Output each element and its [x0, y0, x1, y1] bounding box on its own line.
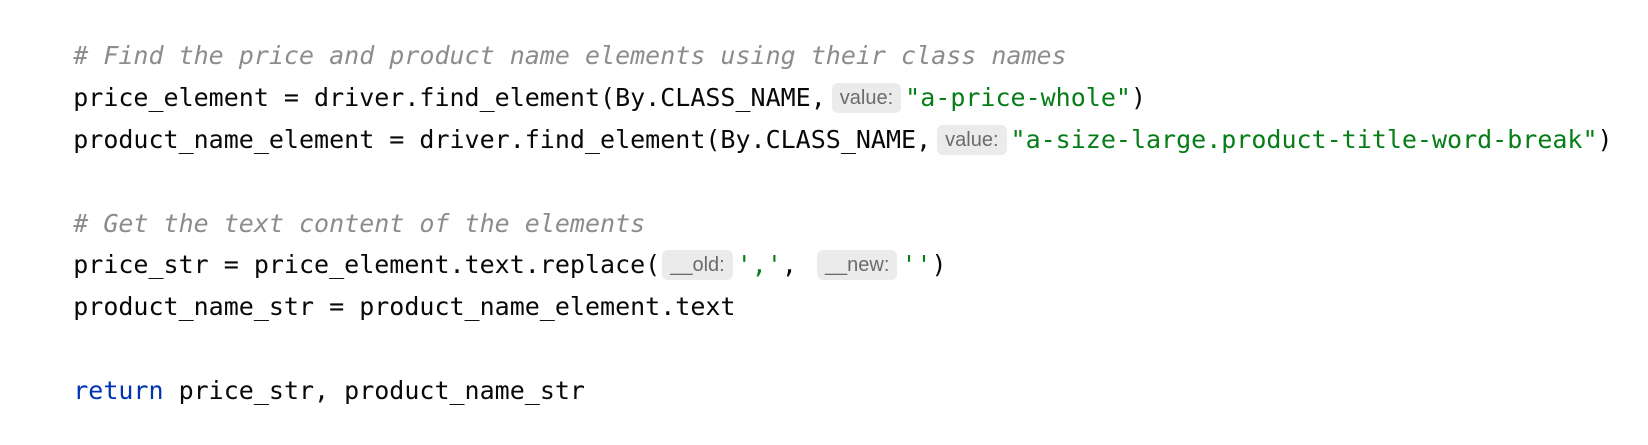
code-editor[interactable]: # Find the price and product name elemen…	[0, 0, 1648, 405]
code-text: product_name_str = product_name_element.…	[73, 292, 736, 321]
code-text: price_str, product_name_str	[163, 376, 585, 405]
code-line-6[interactable]: price_str = price_element.text.replace(_…	[13, 211, 947, 280]
code-text: )	[931, 250, 947, 279]
code-text: ,	[781, 250, 797, 279]
code-text: product_name_element = driver.find_eleme…	[73, 125, 932, 154]
parameter-hint: value:	[937, 125, 1007, 155]
parameter-hint: __new:	[816, 250, 898, 280]
code-line-9[interactable]: return price_str, product_name_str	[13, 337, 585, 405]
keyword-return: return	[73, 376, 164, 405]
code-line-5[interactable]: # Get the text content of the elements	[13, 170, 645, 238]
code-line-3[interactable]: product_name_element = driver.find_eleme…	[13, 86, 1613, 155]
code-text: )	[1597, 125, 1613, 154]
code-line-1[interactable]: # Find the price and product name elemen…	[13, 2, 1066, 70]
code-line-2[interactable]: price_element = driver.find_element(By.C…	[13, 44, 1146, 113]
string-literal: ''	[901, 250, 932, 279]
string-literal: ','	[736, 250, 782, 279]
string-literal: "a-size-large.product-title-word-break"	[1010, 125, 1598, 154]
code-line-7[interactable]: product_name_str = product_name_element.…	[13, 253, 735, 321]
